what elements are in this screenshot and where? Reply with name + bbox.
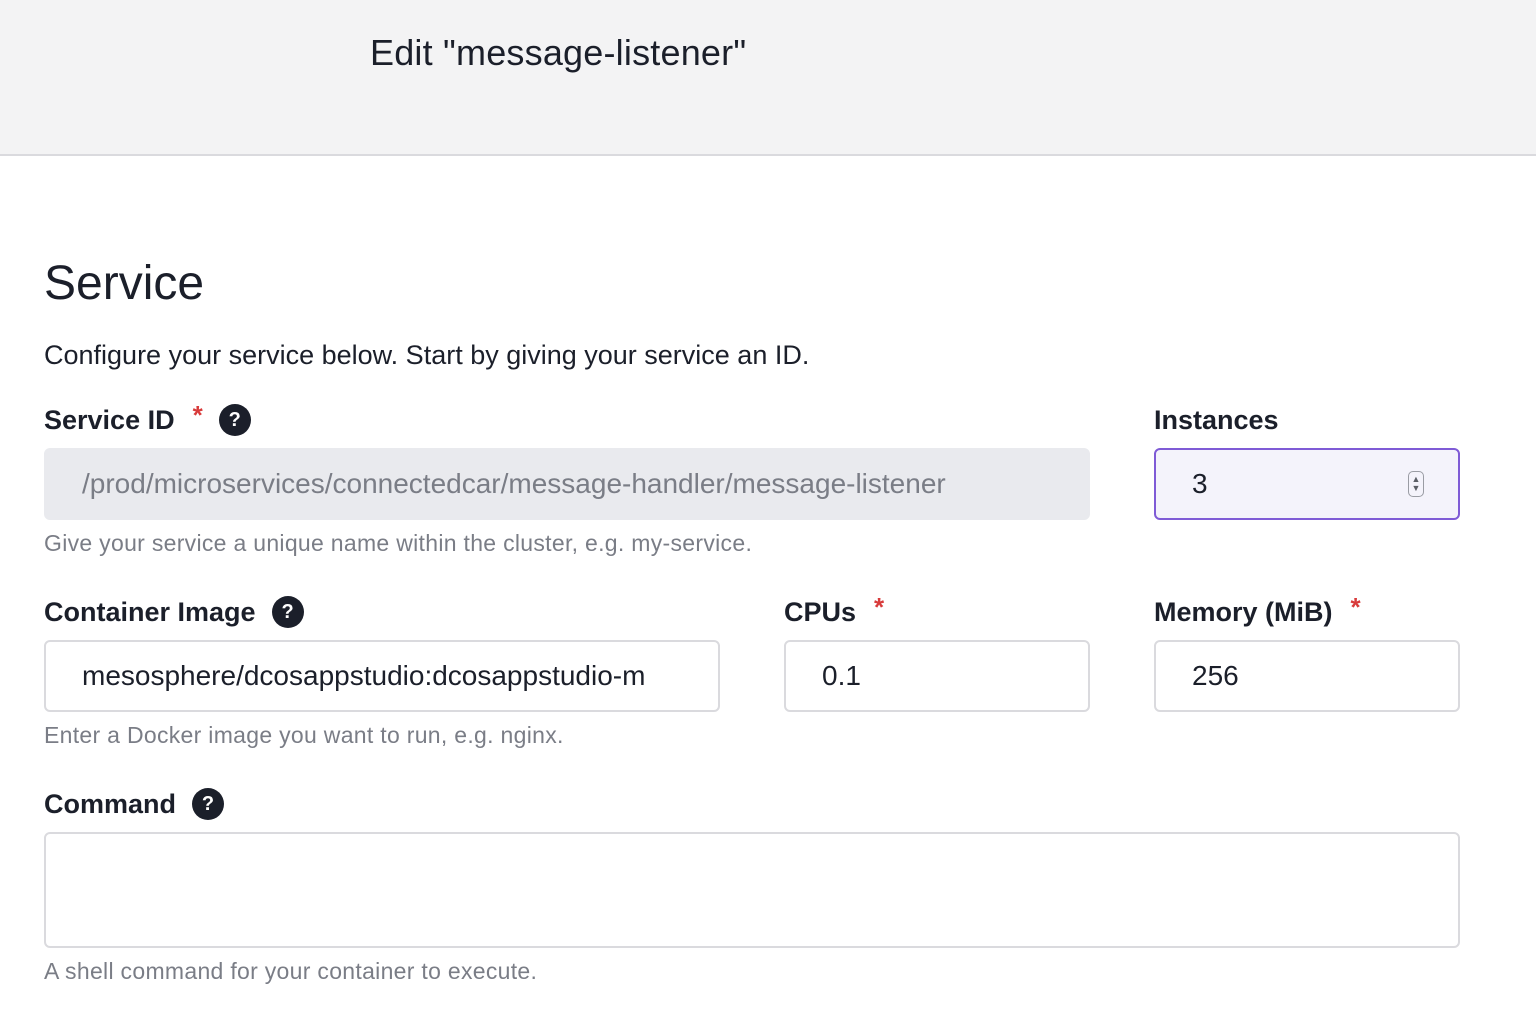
section-title: Service xyxy=(44,257,205,310)
required-asterisk: * xyxy=(192,399,203,430)
section-intro: Configure your service below. Start by g… xyxy=(44,340,810,370)
required-asterisk: * xyxy=(1350,591,1361,622)
cpus-input[interactable]: 0.1 xyxy=(784,640,1090,712)
instances-label-row: Instances xyxy=(1154,400,1279,440)
modal-header: Edit "message-listener" xyxy=(0,0,1536,156)
cpus-value: 0.1 xyxy=(822,660,861,691)
cpus-label-row: CPUs * xyxy=(784,592,884,632)
instances-input[interactable]: 3 ▲ ▼ xyxy=(1154,448,1460,520)
question-circle-icon[interactable]: ? xyxy=(271,596,304,628)
container-image-label-row: Container Image ? xyxy=(44,592,304,632)
command-label-row: Command ? xyxy=(44,784,225,824)
command-label: Command xyxy=(44,788,177,819)
instances-value: 3 xyxy=(1192,468,1208,499)
memory-input[interactable]: 256 xyxy=(1154,640,1460,712)
required-asterisk: * xyxy=(874,591,885,622)
cpus-label: CPUs xyxy=(784,596,857,627)
service-id-input[interactable]: /prod/microservices/connectedcar/message… xyxy=(44,448,1090,520)
command-hint: A shell command for your container to ex… xyxy=(44,958,538,984)
container-image-value: mesosphere/dcosappstudio:dcosappstudio-m xyxy=(82,660,646,691)
number-stepper-icon[interactable]: ▲ ▼ xyxy=(1408,471,1424,497)
container-image-input[interactable]: mesosphere/dcosappstudio:dcosappstudio-m xyxy=(44,640,720,712)
container-image-label: Container Image xyxy=(44,596,256,627)
service-id-hint: Give your service a unique name within t… xyxy=(44,530,753,556)
container-image-hint: Enter a Docker image you want to run, e.… xyxy=(44,722,564,748)
service-id-label-row: Service ID * ? xyxy=(44,400,251,440)
memory-label: Memory (MiB) xyxy=(1154,596,1333,627)
service-id-value: /prod/microservices/connectedcar/message… xyxy=(82,468,946,499)
page-title: Edit "message-listener" xyxy=(370,32,747,73)
memory-value: 256 xyxy=(1192,660,1239,691)
instances-label: Instances xyxy=(1154,404,1279,435)
memory-label-row: Memory (MiB) * xyxy=(1154,592,1361,632)
command-textarea[interactable] xyxy=(44,832,1460,948)
service-id-label: Service ID xyxy=(44,404,175,435)
question-circle-icon[interactable]: ? xyxy=(218,404,251,436)
stepper-down-icon[interactable]: ▼ xyxy=(1412,484,1421,493)
question-circle-icon[interactable]: ? xyxy=(192,788,225,820)
